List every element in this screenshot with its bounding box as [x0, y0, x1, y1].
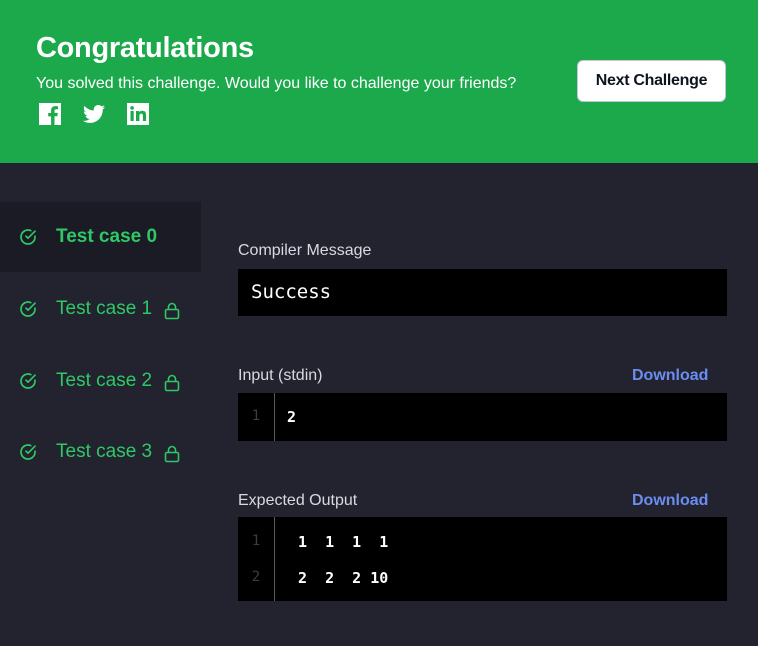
expected-output-download-link[interactable]: Download [632, 492, 708, 510]
success-banner: Congratulations You solved this challeng… [0, 0, 758, 163]
lock-icon [164, 302, 180, 320]
lock-icon [164, 445, 180, 463]
code-line: 2 [287, 408, 297, 426]
line-number: 2 [251, 569, 261, 585]
check-circle-icon [20, 301, 36, 317]
input-download-link[interactable]: Download [632, 367, 708, 385]
compiler-message-label: Compiler Message [238, 242, 372, 259]
banner-subtitle: You solved this challenge. Would you lik… [36, 75, 517, 92]
facebook-icon[interactable] [38, 102, 62, 126]
compiler-message-box: Success [238, 269, 727, 316]
test-case-label: Test case 1 [56, 298, 153, 319]
lock-icon [164, 374, 180, 392]
expected-output-label: Expected Output [238, 492, 358, 509]
test-case-2[interactable]: Test case 2 [0, 346, 201, 416]
banner-title: Congratulations [36, 32, 254, 64]
test-case-0[interactable]: Test case 0 [0, 202, 201, 272]
test-case-1[interactable]: Test case 1 [0, 274, 201, 344]
check-circle-icon [20, 373, 36, 389]
line-number: 1 [251, 408, 261, 424]
line-number-gutter [238, 517, 275, 601]
linkedin-icon[interactable] [126, 102, 150, 126]
next-challenge-button[interactable]: Next Challenge [577, 60, 726, 102]
check-circle-icon [20, 444, 36, 460]
twitter-icon[interactable] [82, 102, 106, 126]
code-line: 2 2 2 10 [298, 569, 389, 587]
test-case-3[interactable]: Test case 3 [0, 417, 201, 487]
test-case-label: Test case 2 [56, 370, 153, 391]
test-case-label: Test case 0 [56, 226, 158, 247]
code-line: 1 1 1 1 [298, 533, 389, 551]
input-code-box: 1 2 [238, 393, 727, 441]
test-case-label: Test case 3 [56, 441, 153, 462]
share-row [38, 102, 150, 126]
compiler-message-text: Success [251, 281, 332, 303]
expected-output-code-box: 1 1 1 1 1 2 2 2 2 10 [238, 517, 727, 601]
input-label: Input (stdin) [238, 367, 323, 384]
check-circle-icon [20, 229, 36, 245]
line-number: 1 [251, 533, 261, 549]
